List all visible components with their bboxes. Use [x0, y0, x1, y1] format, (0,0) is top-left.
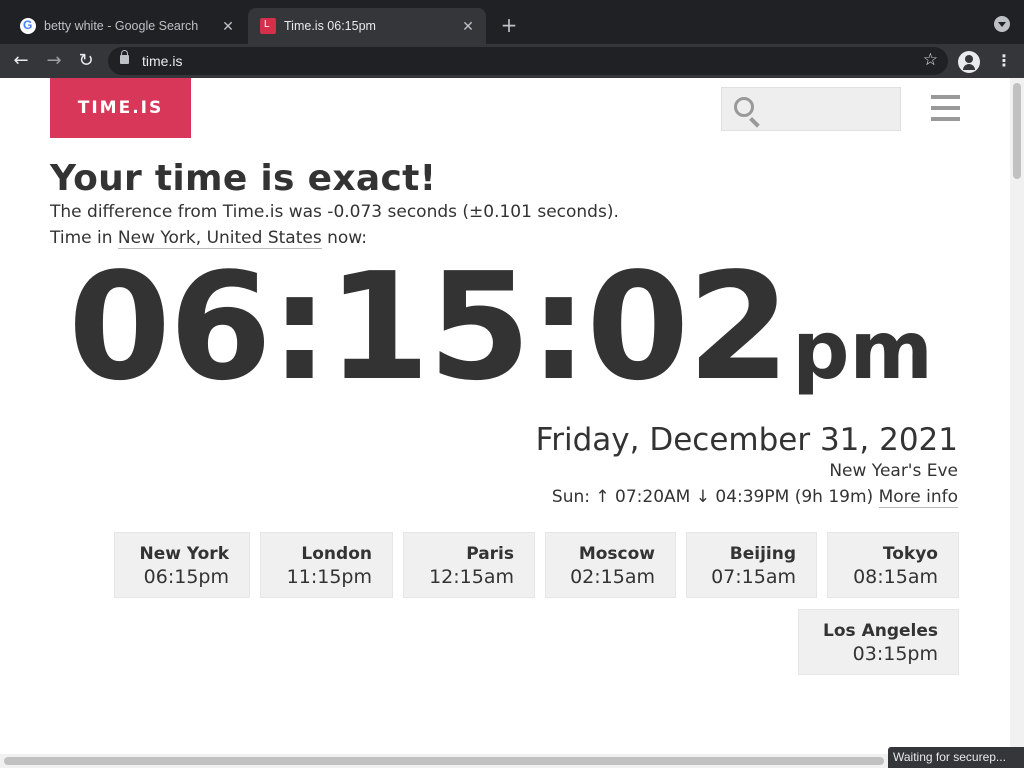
tab-google-search[interactable]: betty white - Google Search ✕	[8, 8, 246, 44]
site-logo[interactable]: TIME.IS	[50, 78, 191, 138]
new-tab-button[interactable]: +	[498, 14, 520, 36]
close-tab-icon[interactable]: ✕	[458, 18, 478, 35]
url-text[interactable]: time.is	[142, 53, 182, 69]
sun-times: Sun: ↑ 07:20AM ↓ 04:39PM (9h 19m) More i…	[551, 487, 958, 508]
clock-ampm: pm	[792, 304, 933, 397]
city-clock-paris[interactable]: Paris 12:15am	[403, 532, 535, 598]
holiday-label[interactable]: New Year's Eve	[829, 461, 958, 481]
city-time: 06:15pm	[143, 566, 229, 588]
browser-tab-strip: betty white - Google Search ✕ Time.is 06…	[0, 0, 1024, 44]
city-time: 03:15pm	[852, 643, 938, 665]
city-name: New York	[139, 544, 230, 564]
vertical-scrollbar[interactable]	[1010, 78, 1024, 754]
tab-time-is[interactable]: Time.is 06:15pm ✕	[248, 8, 486, 44]
sun-times-text: Sun: ↑ 07:20AM ↓ 04:39PM (9h 19m)	[551, 487, 879, 507]
city-name: London	[301, 544, 372, 564]
city-time: 11:15pm	[286, 566, 372, 588]
browser-toolbar: ← → ↻ time.is ☆	[0, 44, 1024, 78]
city-time: 08:15am	[853, 566, 938, 588]
browser-menu-icon[interactable]: ⋮	[996, 50, 1012, 72]
current-date: Friday, December 31, 2021	[535, 422, 958, 458]
city-name: Los Angeles	[823, 621, 938, 641]
city-name: Beijing	[729, 544, 796, 564]
tab-title: betty white - Google Search	[44, 19, 199, 33]
clock-digits: 06:15:02	[68, 241, 790, 413]
profile-avatar-icon[interactable]	[958, 51, 980, 73]
bookmark-star-icon[interactable]: ☆	[923, 50, 938, 70]
forward-button[interactable]: →	[42, 49, 66, 73]
tab-title: Time.is 06:15pm	[284, 19, 376, 33]
horizontal-scroll-thumb[interactable]	[4, 757, 884, 765]
lock-icon[interactable]	[120, 50, 129, 64]
page-content: TIME.IS Your time is exact! The differen…	[0, 78, 1010, 754]
address-bar[interactable]: time.is ☆	[108, 47, 948, 75]
hamburger-menu-icon[interactable]	[931, 95, 960, 121]
close-tab-icon[interactable]: ✕	[218, 18, 238, 35]
status-bubble: Waiting for securep...	[888, 747, 1024, 768]
city-time: 02:15am	[570, 566, 655, 588]
city-clock-new-york[interactable]: New York 06:15pm	[114, 532, 250, 598]
city-time: 07:15am	[711, 566, 796, 588]
city-clock-tokyo[interactable]: Tokyo 08:15am	[827, 532, 959, 598]
vertical-scroll-thumb[interactable]	[1013, 83, 1021, 179]
google-favicon-icon	[20, 18, 36, 34]
city-name: Moscow	[578, 544, 655, 564]
city-name: Tokyo	[882, 544, 938, 564]
tab-search-icon[interactable]	[994, 16, 1010, 32]
time-is-favicon-icon	[260, 18, 276, 34]
more-info-link[interactable]: More info	[878, 487, 958, 508]
search-icon	[734, 97, 754, 117]
city-time: 12:15am	[429, 566, 514, 588]
city-clock-los-angeles[interactable]: Los Angeles 03:15pm	[798, 609, 959, 675]
horizontal-scrollbar[interactable]	[0, 754, 1024, 768]
page-title: Your time is exact!	[50, 158, 437, 199]
reload-button[interactable]: ↻	[74, 49, 98, 73]
city-name: Paris	[466, 544, 514, 564]
search-input[interactable]	[721, 87, 901, 131]
city-clock-beijing[interactable]: Beijing 07:15am	[686, 532, 817, 598]
back-button[interactable]: ←	[9, 49, 33, 73]
city-clock-london[interactable]: London 11:15pm	[260, 532, 393, 598]
main-clock: 06:15:02pm	[68, 242, 933, 412]
city-clock-moscow[interactable]: Moscow 02:15am	[545, 532, 676, 598]
time-difference-text: The difference from Time.is was -0.073 s…	[50, 202, 619, 222]
